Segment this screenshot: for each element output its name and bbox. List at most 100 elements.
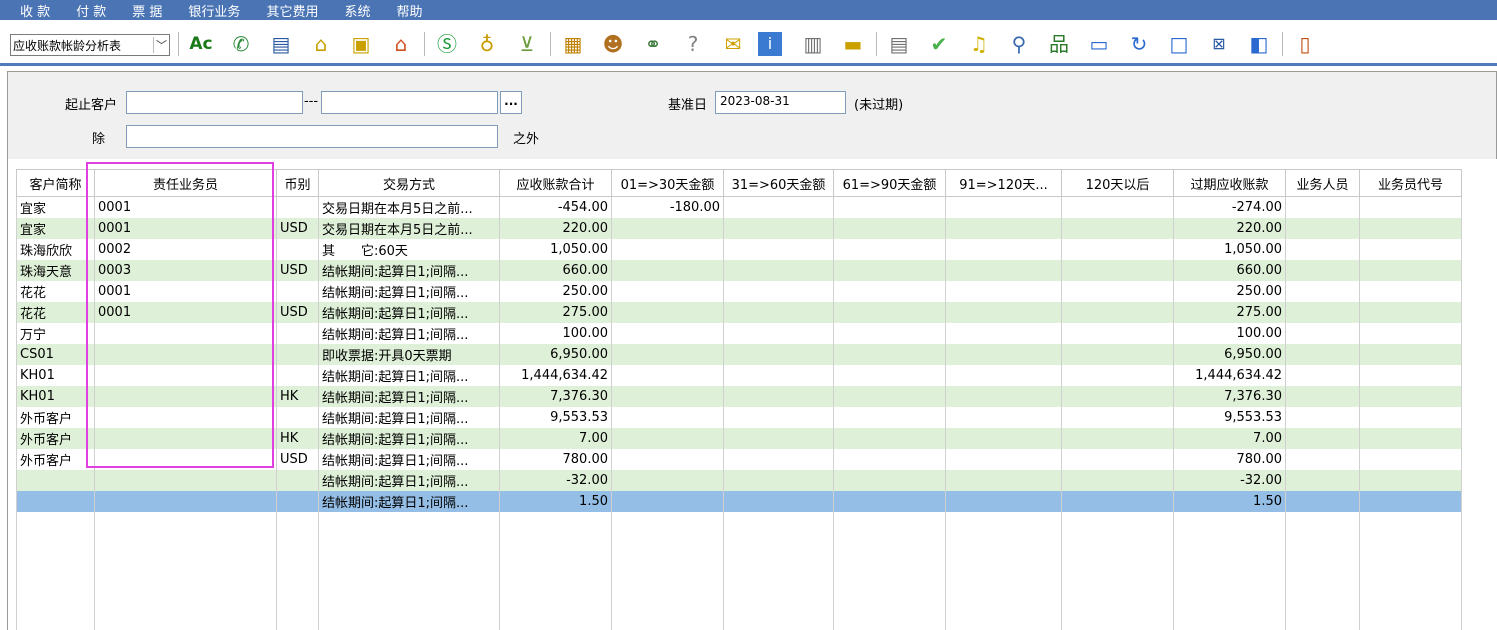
table-cell[interactable]: [1359, 343, 1462, 365]
table-cell[interactable]: [723, 427, 834, 449]
table-cell[interactable]: 宜家: [16, 217, 95, 239]
table-cell[interactable]: [723, 490, 834, 512]
table-cell[interactable]: [94, 364, 277, 386]
table-cell[interactable]: [1061, 364, 1174, 386]
info-icon[interactable]: i: [758, 32, 782, 56]
refresh-icon[interactable]: ↻: [1124, 29, 1154, 59]
table-cell[interactable]: [723, 259, 834, 281]
table-cell[interactable]: [94, 490, 277, 512]
table-cell[interactable]: [16, 490, 95, 512]
help-icon[interactable]: ?: [678, 29, 708, 59]
computer-icon[interactable]: ▤: [266, 29, 296, 59]
table-cell[interactable]: [1285, 217, 1360, 239]
table-cell[interactable]: [945, 469, 1062, 491]
table-cell[interactable]: [276, 406, 319, 428]
table-cell[interactable]: [1061, 238, 1174, 260]
table-cell[interactable]: 结帐期间:起算日1;间隔...: [318, 280, 500, 302]
table-cell[interactable]: [1359, 280, 1462, 302]
table-cell[interactable]: [1061, 217, 1174, 239]
table-cell[interactable]: -32.00: [499, 469, 612, 491]
table-cell[interactable]: [1285, 322, 1360, 344]
exit-icon[interactable]: ▯: [1290, 29, 1320, 59]
link-icon[interactable]: ⚭: [638, 29, 668, 59]
table-row[interactable]: 宜家 0001 USD 交易日期在本月5日之前... 220.00 220.00: [16, 217, 1462, 239]
table-cell[interactable]: [1359, 322, 1462, 344]
table-cell[interactable]: 220.00: [1173, 217, 1286, 239]
table-cell[interactable]: 花花: [16, 280, 95, 302]
users-icon[interactable]: ☻: [598, 29, 628, 59]
table-cell[interactable]: [723, 322, 834, 344]
table-cell[interactable]: [1285, 364, 1360, 386]
table-cell[interactable]: 1.50: [499, 490, 612, 512]
table-cell[interactable]: [833, 406, 946, 428]
table-cell[interactable]: 1,444,634.42: [1173, 364, 1286, 386]
table-cell[interactable]: [1359, 427, 1462, 449]
table-cell[interactable]: [16, 469, 95, 491]
column-header-3[interactable]: 交易方式: [318, 169, 500, 197]
table-cell[interactable]: 250.00: [499, 280, 612, 302]
table-cell[interactable]: [833, 259, 946, 281]
column-header-4[interactable]: 应收账款合计: [499, 169, 612, 197]
table-row[interactable]: 万宁 结帐期间:起算日1;间隔... 100.00 100.00: [16, 322, 1462, 344]
column-header-11[interactable]: 业务人员: [1285, 169, 1360, 197]
folder-icon[interactable]: ▬: [838, 29, 868, 59]
table-cell[interactable]: 1.50: [1173, 490, 1286, 512]
table-cell[interactable]: [945, 406, 1062, 428]
table-cell[interactable]: [723, 217, 834, 239]
table-cell[interactable]: [945, 259, 1062, 281]
table-cell[interactable]: 外币客户: [16, 427, 95, 449]
table-cell[interactable]: [611, 259, 724, 281]
table-cell[interactable]: [833, 301, 946, 323]
table-cell[interactable]: USD: [276, 217, 319, 239]
close-icon[interactable]: ⊠: [1204, 29, 1234, 59]
table-cell[interactable]: 7,376.30: [499, 385, 612, 407]
table-cell[interactable]: -274.00: [1173, 196, 1286, 218]
column-header-9[interactable]: 120天以后: [1061, 169, 1174, 197]
table-cell[interactable]: 花花: [16, 301, 95, 323]
money-bag-icon[interactable]: ♁: [472, 29, 502, 59]
table-cell[interactable]: [94, 385, 277, 407]
lock-icon[interactable]: ⌂: [306, 29, 336, 59]
table-cell[interactable]: 250.00: [1173, 280, 1286, 302]
table-cell[interactable]: [1285, 385, 1360, 407]
table-cell[interactable]: 0002: [94, 238, 277, 260]
table-cell[interactable]: 780.00: [499, 448, 612, 470]
table-cell[interactable]: [1285, 259, 1360, 281]
table-cell[interactable]: [611, 406, 724, 428]
table-cell[interactable]: [94, 322, 277, 344]
cart-icon[interactable]: ⊻: [512, 29, 542, 59]
table-cell[interactable]: 外币客户: [16, 406, 95, 428]
table-cell[interactable]: [945, 196, 1062, 218]
table-cell[interactable]: 结帐期间:起算日1;间隔...: [318, 490, 500, 512]
table-cell[interactable]: [1359, 301, 1462, 323]
table-cell[interactable]: [833, 196, 946, 218]
module-select[interactable]: 应收账款帐龄分析表 ﹀: [10, 34, 170, 56]
menu-item-1[interactable]: 付 款: [76, 1, 106, 20]
table-cell[interactable]: [723, 343, 834, 365]
table-cell[interactable]: [1061, 427, 1174, 449]
table-row[interactable]: 珠海天意 0003 USD 结帐期间:起算日1;间隔... 660.00 660.00: [16, 259, 1462, 281]
table-cell[interactable]: 1,050.00: [499, 238, 612, 260]
column-header-1[interactable]: 责任业务员: [94, 169, 277, 197]
table-cell[interactable]: 珠海天意: [16, 259, 95, 281]
table-cell[interactable]: 结帐期间:起算日1;间隔...: [318, 469, 500, 491]
table-cell[interactable]: [276, 280, 319, 302]
table-cell[interactable]: [1061, 406, 1174, 428]
table-cell[interactable]: 其 它:60天: [318, 238, 500, 260]
mail-icon[interactable]: ✉: [718, 29, 748, 59]
table-cell[interactable]: [1359, 469, 1462, 491]
exclude-input[interactable]: [126, 125, 498, 148]
customer-from-input[interactable]: [126, 91, 303, 114]
table-cell[interactable]: [945, 364, 1062, 386]
table-cell[interactable]: USD: [276, 259, 319, 281]
table-cell[interactable]: [1061, 280, 1174, 302]
table-cell[interactable]: 100.00: [1173, 322, 1286, 344]
table-row[interactable]: 花花 0001 USD 结帐期间:起算日1;间隔... 275.00 275.00: [16, 301, 1462, 323]
table-cell[interactable]: [1359, 448, 1462, 470]
table-cell[interactable]: [723, 385, 834, 407]
table-cell[interactable]: 780.00: [1173, 448, 1286, 470]
table-cell[interactable]: [945, 427, 1062, 449]
column-header-12[interactable]: 业务员代号: [1359, 169, 1462, 197]
table-cell[interactable]: [611, 238, 724, 260]
column-header-7[interactable]: 61=>90天金额: [833, 169, 946, 197]
